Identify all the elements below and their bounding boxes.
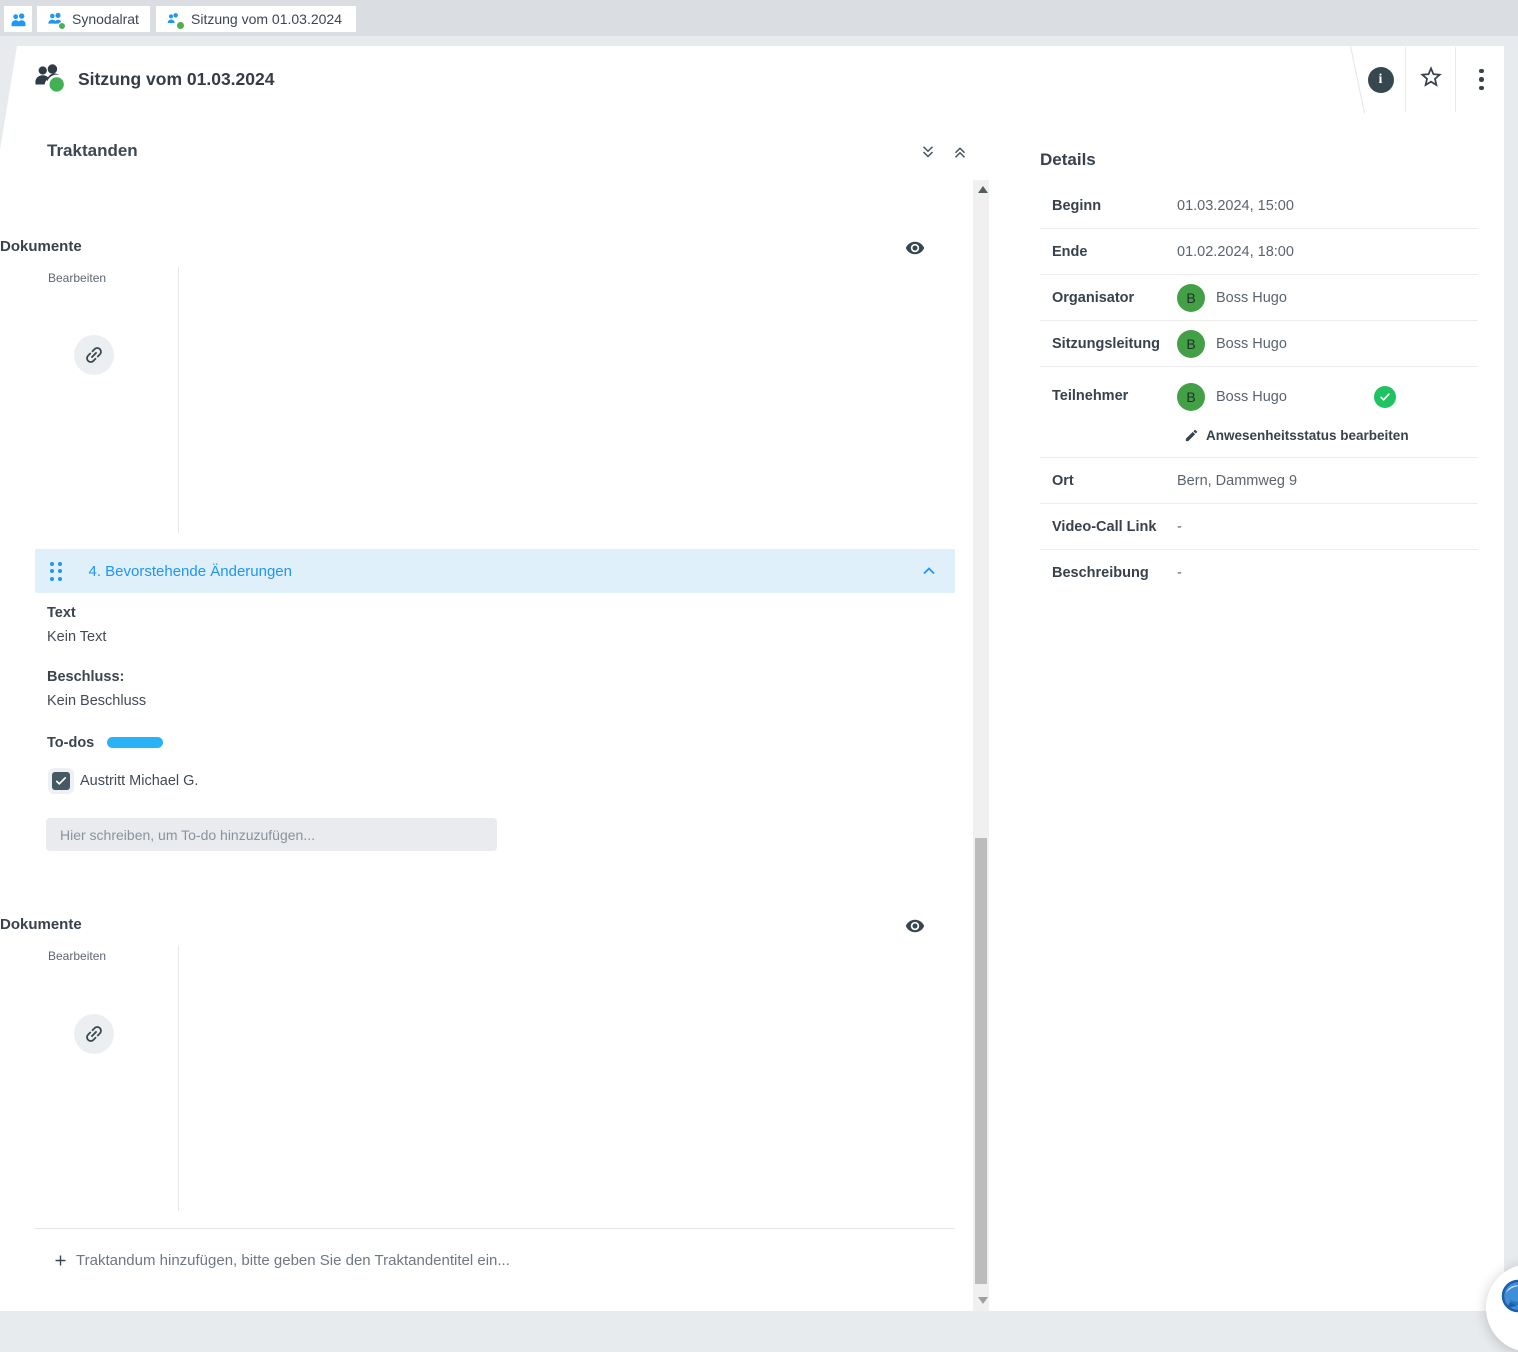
edit-tab-label[interactable]: Bearbeiten — [48, 271, 106, 285]
detail-label: Video-Call Link — [1052, 519, 1177, 535]
corner-decoration — [0, 46, 17, 150]
detail-label: Ende — [1052, 244, 1177, 260]
edit-tab-label[interactable]: Bearbeiten — [48, 949, 106, 963]
beschluss-label: Beschluss: — [47, 669, 124, 685]
more-options-button[interactable] — [1468, 66, 1495, 93]
avatar: B — [1177, 383, 1205, 411]
info-button[interactable]: i — [1367, 66, 1394, 93]
detail-label: Beschreibung — [1052, 565, 1177, 581]
todos-label: To-dos — [47, 735, 94, 751]
tab-label: Synodalrat — [72, 11, 139, 27]
detail-label: Sitzungsleitung — [1052, 336, 1177, 352]
traktanden-title: Traktanden — [47, 141, 138, 161]
detail-value: Bern, Dammweg 9 — [1177, 473, 1297, 489]
tab-label: Sitzung vom 01.03.2024 — [191, 11, 342, 27]
text-label: Text — [47, 605, 76, 621]
info-icon: i — [1368, 67, 1394, 93]
group-icon — [10, 11, 27, 28]
favorite-button[interactable] — [1417, 66, 1444, 93]
avatar: B — [1177, 330, 1205, 358]
link-icon — [78, 339, 109, 370]
beschluss-value: Kein Beschluss — [47, 693, 146, 709]
scrollbar-up-arrow[interactable] — [978, 186, 988, 193]
collapse-all-icon[interactable] — [919, 143, 937, 161]
detail-row-beginn: Beginn 01.03.2024, 15:00 — [1040, 183, 1478, 229]
detail-value: 01.02.2024, 18:00 — [1177, 244, 1294, 260]
eye-icon[interactable] — [905, 238, 925, 258]
drag-handle-icon[interactable] — [50, 562, 62, 581]
person-name: Boss Hugo — [1216, 336, 1287, 352]
green-status-dot — [176, 21, 185, 30]
person-name: Boss Hugo — [1216, 290, 1287, 306]
browser-tab-bar: Synodalrat Sitzung vom 01.03.2024 — [0, 0, 1518, 36]
edit-attendance-label: Anwesenheitsstatus bearbeiten — [1206, 428, 1409, 443]
add-todo-input[interactable] — [46, 818, 497, 851]
divider — [35, 1228, 955, 1229]
green-status-dot — [58, 22, 66, 30]
tab-synodalrat[interactable]: Synodalrat — [37, 6, 150, 32]
meeting-icon — [166, 11, 183, 28]
person: B Boss Hugo — [1177, 330, 1287, 358]
header-divider — [1405, 47, 1406, 112]
person-name: Boss Hugo — [1216, 389, 1287, 405]
detail-label: Organisator — [1052, 290, 1177, 306]
divider — [178, 945, 179, 1211]
agenda-item-header[interactable]: 4. Bevorstehende Änderungen — [35, 549, 955, 593]
todo-checkbox[interactable] — [52, 772, 70, 790]
divider — [178, 267, 179, 533]
star-icon — [1418, 64, 1444, 95]
eye-icon[interactable] — [905, 916, 925, 936]
participant-line: B Boss Hugo — [1177, 383, 1478, 411]
check-icon — [54, 774, 68, 788]
detail-label: Teilnehmer — [1052, 383, 1177, 443]
detail-row-ort: Ort Bern, Dammweg 9 — [1040, 458, 1478, 504]
documents-section-title: Dokumente — [0, 916, 82, 933]
todo-progress-pill — [107, 737, 163, 748]
meeting-icon — [33, 62, 67, 96]
attendance-check-icon — [1374, 386, 1396, 408]
plus-icon — [52, 1252, 69, 1269]
chevron-up-icon[interactable] — [919, 561, 939, 581]
avatar: B — [1177, 284, 1205, 312]
documents-section-title: Dokumente — [0, 238, 82, 255]
detail-row-teilnehmer: Teilnehmer B Boss Hugo Anwesenheitsstatu… — [1040, 367, 1478, 458]
detail-label: Ort — [1052, 473, 1177, 489]
detail-row-sitzungsleitung: Sitzungsleitung B Boss Hugo — [1040, 321, 1478, 367]
add-link-button[interactable] — [74, 1014, 114, 1054]
expand-all-icon[interactable] — [951, 143, 969, 161]
agenda-item-title: 4. Bevorstehende Änderungen — [89, 563, 293, 580]
edit-attendance-link[interactable]: Anwesenheitsstatus bearbeiten — [1184, 428, 1478, 443]
link-icon — [78, 1018, 109, 1049]
todo-item-label: Austritt Michael G. — [80, 773, 198, 789]
detail-value: - — [1177, 519, 1182, 535]
tab-home[interactable] — [4, 6, 32, 32]
detail-value: 01.03.2024, 15:00 — [1177, 198, 1294, 214]
tab-sitzung[interactable]: Sitzung vom 01.03.2024 — [156, 6, 356, 32]
page-title: Sitzung vom 01.03.2024 — [78, 69, 274, 90]
detail-row-organisator: Organisator B Boss Hugo — [1040, 275, 1478, 321]
add-traktandum-row[interactable]: Traktandum hinzufügen, bitte geben Sie d… — [52, 1252, 510, 1269]
pencil-icon — [1184, 428, 1199, 443]
details-title: Details — [1040, 150, 1096, 170]
detail-row-ende: Ende 01.02.2024, 18:00 — [1040, 229, 1478, 275]
scrollbar-down-arrow[interactable] — [978, 1297, 988, 1304]
scrollbar-thumb[interactable] — [975, 838, 987, 1284]
detail-row-video-call-link: Video-Call Link - — [1040, 504, 1478, 550]
person: B Boss Hugo — [1177, 284, 1287, 312]
text-value: Kein Text — [47, 629, 106, 645]
add-link-button[interactable] — [74, 335, 114, 375]
kebab-menu-icon — [1479, 69, 1484, 91]
details-panel: Beginn 01.03.2024, 15:00 Ende 01.02.2024… — [1040, 183, 1478, 596]
detail-label: Beginn — [1052, 198, 1177, 214]
group-icon — [47, 11, 64, 28]
detail-row-beschreibung: Beschreibung - — [1040, 550, 1478, 596]
detail-value: - — [1177, 565, 1182, 581]
header-divider — [1455, 47, 1456, 112]
chat-widget-icon — [1498, 1277, 1518, 1317]
add-traktandum-placeholder: Traktandum hinzufügen, bitte geben Sie d… — [76, 1252, 510, 1269]
